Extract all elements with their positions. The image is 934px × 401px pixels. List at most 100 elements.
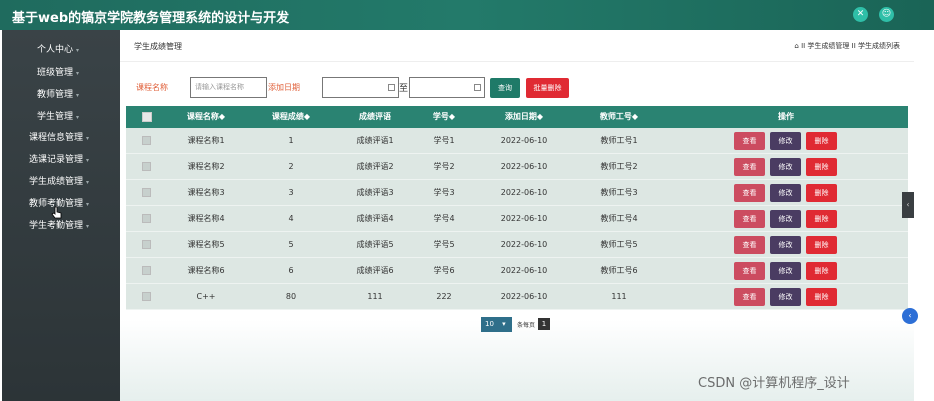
view-button[interactable]: 查看 [734,262,765,280]
start-date-input[interactable] [322,77,399,98]
cell-course-name: 课程名称2 [187,162,225,171]
edit-button[interactable]: 修改 [770,288,801,306]
chevron-left-icon[interactable]: ‹ [902,308,918,324]
edit-button[interactable]: 修改 [770,262,801,280]
batch-delete-button[interactable]: 批量删除 [526,78,569,98]
cell-course-name: 课程名称1 [187,136,225,145]
view-button[interactable]: 查看 [734,236,765,254]
cell-course-score: 5 [288,240,294,249]
cell-teacher-id: 教师工号6 [600,266,638,275]
cell-add-date: 2022-06-10 [500,136,548,145]
sidebar-item-label: 个人中心 [37,45,74,55]
row-checkbox[interactable] [142,292,151,301]
edit-button[interactable]: 修改 [770,236,801,254]
sidebar-item-student-grades[interactable]: 学生成绩管理 ▾ [2,172,120,192]
sidebar-item-course-info[interactable]: 课程信息管理 ▾ [2,128,120,148]
cell-course-name: 课程名称5 [187,240,225,249]
header-teacher-id[interactable]: 教师工号◆ [574,106,664,128]
sidebar-item-students[interactable]: 学生管理 ▾ [2,107,120,127]
user-icon[interactable]: ☺ [879,7,894,22]
watermark: CSDN @计算机程序_设计 [698,376,850,391]
cell-student-id: 学号6 [433,266,455,275]
chevron-down-icon: ▾ [76,70,80,77]
sidebar-item-classes[interactable]: 班级管理 ▾ [2,63,120,83]
delete-button[interactable]: 删除 [806,288,837,306]
sidebar-item-label: 选课记录管理 [29,155,84,165]
view-button[interactable]: 查看 [734,184,765,202]
row-checkbox[interactable] [142,162,151,171]
edit-button[interactable]: 修改 [770,132,801,150]
cell-course-score: 1 [288,136,294,145]
row-checkbox[interactable] [142,214,151,223]
cell-teacher-id: 教师工号1 [600,136,638,145]
breadcrumb-text: II 学生成绩管理 II 学生成绩列表 [801,42,900,50]
table-row: 课程名称3 3 成绩评语3 学号3 2022-06-10 教师工号3 查看 修改 删除 [126,180,908,206]
cell-add-date: 2022-06-10 [500,162,548,171]
chevron-down-icon: ▾ [86,157,90,164]
delete-button[interactable]: 删除 [806,210,837,228]
view-button[interactable]: 查看 [734,158,765,176]
delete-button[interactable]: 删除 [806,262,837,280]
home-icon[interactable]: ⌂ [794,42,798,50]
chevron-down-icon: ▾ [76,47,80,54]
cell-course-score: 80 [285,292,297,301]
header-course-score[interactable]: 课程成绩◆ [251,106,331,128]
sidebar-item-enrollment[interactable]: 选课记录管理 ▾ [2,150,120,170]
delete-button[interactable]: 删除 [806,158,837,176]
sidebar-item-label: 学生管理 [37,112,74,122]
cell-student-id: 学号5 [433,240,455,249]
expand-icon[interactable]: ✕ [853,7,868,22]
select-all-checkbox[interactable] [142,112,152,122]
calendar-icon [474,84,481,91]
per-page-label: 条每页 [517,322,536,329]
breadcrumb: ⌂ II 学生成绩管理 II 学生成绩列表 [794,41,900,51]
cell-teacher-id: 教师工号4 [600,214,638,223]
page-size-value: 10 [485,320,494,328]
header-add-date[interactable]: 添加日期◆ [484,106,564,128]
table-row: 课程名称2 2 成绩评语2 学号2 2022-06-10 教师工号2 查看 修改 删除 [126,154,908,180]
page-size-select[interactable]: 10 ▾ [481,317,512,332]
calendar-icon [388,84,395,91]
cell-teacher-id: 教师工号5 [600,240,638,249]
cell-comment: 成绩评语6 [356,266,394,275]
table-row: 课程名称5 5 成绩评语5 学号5 2022-06-10 教师工号5 查看 修改 删除 [126,232,908,258]
sidebar-item-label: 学生考勤管理 [29,221,84,231]
edit-button[interactable]: 修改 [770,158,801,176]
course-name-label: 课程名称 [136,83,168,92]
edit-button[interactable]: 修改 [770,210,801,228]
table-row: 课程名称1 1 成绩评语1 学号1 2022-06-10 教师工号1 查看 修改 删除 [126,128,908,154]
page-title: 学生成绩管理 [134,42,182,51]
header-course-name[interactable]: 课程名称◆ [166,106,246,128]
row-checkbox[interactable] [142,240,151,249]
current-page-button[interactable]: 1 [538,318,550,330]
row-checkbox[interactable] [142,266,151,275]
cell-course-score: 4 [288,214,294,223]
cell-add-date: 2022-06-10 [500,292,548,301]
sidebar-item-teachers[interactable]: 教师管理 ▾ [2,85,120,105]
delete-button[interactable]: 删除 [806,132,837,150]
table-row: 课程名称4 4 成绩评语4 学号4 2022-06-10 教师工号4 查看 修改 删除 [126,206,908,232]
view-button[interactable]: 查看 [734,288,765,306]
cell-course-name: 课程名称3 [187,188,225,197]
view-button[interactable]: 查看 [734,132,765,150]
query-button[interactable]: 查询 [490,78,520,98]
edit-button[interactable]: 修改 [770,184,801,202]
cell-course-score: 2 [288,162,294,171]
table-row: C++ 80 111 222 2022-06-10 111 查看 修改 删除 [126,284,908,310]
course-name-input[interactable]: 请输入课程名称 [190,77,267,98]
sidebar-item-profile[interactable]: 个人中心 ▾ [2,40,120,60]
row-checkbox[interactable] [142,136,151,145]
chevron-down-icon: ▾ [502,320,506,328]
delete-button[interactable]: 删除 [806,236,837,254]
cell-comment: 成绩评语3 [356,188,394,197]
delete-button[interactable]: 删除 [806,184,837,202]
header-student-id[interactable]: 学号◆ [413,106,475,128]
cell-comment: 111 [367,292,383,301]
end-date-input[interactable] [409,77,485,98]
row-checkbox[interactable] [142,188,151,197]
view-button[interactable]: 查看 [734,210,765,228]
collapse-panel-icon[interactable]: ‹ [902,192,914,218]
cell-student-id: 学号4 [433,214,455,223]
breadcrumb-bar: 学生成绩管理 ⌂ II 学生成绩管理 II 学生成绩列表 [120,30,914,62]
sidebar-item-label: 教师管理 [37,90,74,100]
